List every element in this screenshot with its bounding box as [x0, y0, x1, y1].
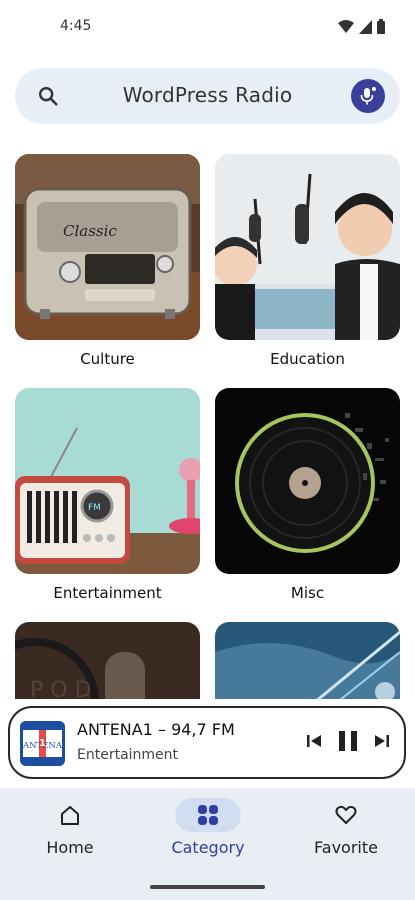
- station-logo: ANTENA 1: [20, 721, 65, 766]
- category-label: Culture: [80, 350, 135, 368]
- station-logo-badge: 1: [39, 738, 46, 749]
- nav-home[interactable]: Home: [10, 798, 130, 857]
- category-grid: Classic Culture Education FM Entertainme…: [15, 154, 401, 699]
- voice-search-button[interactable]: [351, 79, 385, 113]
- nav-favorite-icon-wrap: [313, 798, 379, 832]
- bottom-navigation: Home Category Favorite: [0, 788, 415, 900]
- category-label: Education: [270, 350, 345, 368]
- svg-text:P O D: P O D: [30, 678, 92, 699]
- svg-text:FM: FM: [88, 503, 101, 513]
- nav-favorite-label: Favorite: [314, 838, 378, 857]
- category-card-culture[interactable]: Classic Culture: [15, 154, 200, 370]
- pause-icon[interactable]: [338, 730, 358, 752]
- signal-icon: [359, 19, 372, 34]
- nav-category[interactable]: Category: [148, 798, 268, 857]
- category-card-entertainment[interactable]: FM Entertainment: [15, 388, 200, 604]
- nav-home-label: Home: [46, 838, 94, 857]
- status-time: 4:45: [60, 18, 92, 34]
- wifi-icon: [338, 19, 354, 33]
- status-icons: [338, 19, 385, 34]
- nav-category-label: Category: [171, 838, 245, 857]
- category-card-misc[interactable]: Misc: [215, 388, 400, 604]
- category-image-education[interactable]: [215, 154, 400, 340]
- skip-next-icon[interactable]: [374, 733, 390, 749]
- station-title: ANTENA1 – 94,7 FM: [77, 720, 235, 739]
- gesture-bar: [150, 885, 265, 889]
- category-card-education[interactable]: Education: [215, 154, 400, 370]
- category-image[interactable]: [215, 622, 400, 699]
- category-icon: [198, 805, 218, 825]
- category-label: Misc: [290, 584, 325, 602]
- player-controls: [306, 730, 390, 752]
- battery-icon: [377, 19, 385, 34]
- heart-icon: [335, 805, 357, 824]
- search-bar[interactable]: WordPress Radio: [15, 68, 400, 124]
- mini-player[interactable]: ANTENA 1 ANTENA1 – 94,7 FM Entertainment: [8, 706, 406, 779]
- svg-text:Classic: Classic: [63, 222, 117, 240]
- category-card[interactable]: P O D: [15, 622, 200, 699]
- category-card[interactable]: [215, 622, 400, 699]
- home-icon: [61, 806, 79, 825]
- mic-icon: [360, 87, 376, 105]
- nav-favorite[interactable]: Favorite: [286, 798, 406, 857]
- nav-home-icon-wrap: [37, 798, 103, 832]
- category-image-misc[interactable]: [215, 388, 400, 574]
- search-input[interactable]: WordPress Radio: [15, 83, 400, 107]
- status-bar: 4:45: [0, 0, 415, 56]
- skip-previous-icon[interactable]: [306, 733, 322, 749]
- category-image-culture[interactable]: Classic: [15, 154, 200, 340]
- station-category: Entertainment: [77, 747, 179, 763]
- category-label: Entertainment: [53, 584, 162, 602]
- category-image-entertainment[interactable]: FM: [15, 388, 200, 574]
- nav-category-icon-wrap: [175, 798, 241, 832]
- category-image[interactable]: P O D: [15, 622, 200, 699]
